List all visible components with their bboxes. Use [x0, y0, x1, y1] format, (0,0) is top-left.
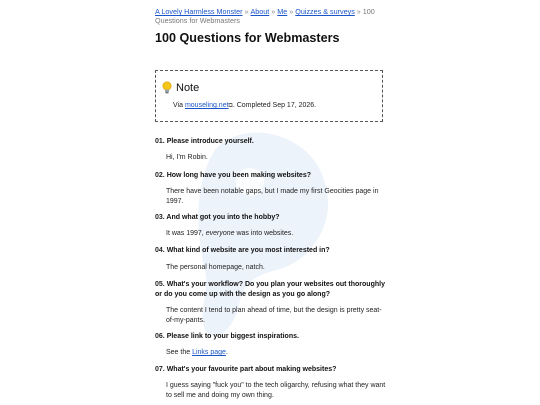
- question-1: 01. Please introduce yourself.: [155, 137, 387, 147]
- question-text: What's your workflow? Do you plan your w…: [155, 281, 385, 298]
- breadcrumb-separator: »: [244, 7, 249, 16]
- answer-text: See the: [166, 349, 193, 356]
- question-number: 04.: [155, 247, 165, 254]
- answer-7: I guess saying "fuck you" to the tech ol…: [166, 382, 386, 399]
- page-title: 100 Questions for Webmasters: [155, 31, 340, 45]
- answer-text: was into websites.: [234, 230, 294, 237]
- breadcrumb-link-about[interactable]: About: [250, 7, 269, 16]
- answer-emphasis: everyone: [205, 230, 235, 237]
- question-6: 06. Please link to your biggest inspirat…: [155, 332, 387, 342]
- answer-4: The personal homepage, natch.: [166, 264, 265, 271]
- question-text: What kind of website are you most intere…: [166, 247, 330, 254]
- note-body: Via mouseling.net⧉. Completed Sep 17, 20…: [173, 102, 316, 110]
- question-text: Please introduce yourself.: [166, 138, 254, 145]
- answer-3: It was 1997, everyone was into websites.: [166, 229, 388, 239]
- source-link[interactable]: mouseling.net: [185, 102, 229, 109]
- question-7: 07. What's your favourite part about mak…: [155, 365, 387, 375]
- note-completed: . Completed Sep 17, 2026.: [232, 102, 317, 109]
- breadcrumb-separator: »: [356, 7, 361, 16]
- breadcrumb-separator: »: [289, 7, 294, 16]
- lightbulb-icon: [162, 81, 172, 94]
- answer-2: There have been notable gaps, but I made…: [166, 188, 379, 205]
- breadcrumb: A Lovely Harmless Monster» About» Me» Quizz…: [155, 7, 387, 25]
- note-via: Via: [173, 102, 183, 109]
- answer-5: The content I tend to plan ahead of time…: [166, 307, 382, 324]
- question-text: Please link to your biggest inspirations…: [166, 333, 299, 340]
- question-text: And what got you into the hobby?: [166, 214, 280, 221]
- question-3: 03. And what got you into the hobby?: [155, 213, 387, 223]
- question-number: 06.: [155, 333, 165, 340]
- breadcrumb-link-quizzes[interactable]: Quizzes & surveys: [295, 7, 355, 16]
- question-number: 03.: [155, 214, 165, 221]
- answer-1: Hi, I'm Robin.: [166, 154, 208, 161]
- question-number: 01.: [155, 138, 165, 145]
- question-4: 04. What kind of website are you most in…: [155, 246, 387, 256]
- question-number: 05.: [155, 281, 165, 288]
- question-2: 02. How long have you been making websit…: [155, 171, 387, 181]
- answer-text: .: [225, 349, 228, 356]
- note-box: Note Via mouseling.net⧉. Completed Sep 1…: [155, 70, 383, 122]
- note-title: Note: [176, 81, 200, 94]
- question-text: What's your favourite part about making …: [166, 366, 337, 373]
- links-page-link[interactable]: Links page: [192, 349, 226, 356]
- question-text: How long have you been making websites?: [166, 172, 311, 179]
- question-number: 02.: [155, 172, 165, 179]
- breadcrumb-link-home[interactable]: A Lovely Harmless Monster: [155, 7, 242, 16]
- note-heading: Note: [162, 81, 199, 94]
- answer-6: See the Links page.: [166, 348, 388, 358]
- breadcrumb-separator: »: [271, 7, 276, 16]
- answer-text: It was 1997,: [166, 230, 206, 237]
- question-5: 05. What's your workflow? Do you plan yo…: [155, 280, 387, 300]
- question-number: 07.: [155, 366, 165, 373]
- breadcrumb-link-me[interactable]: Me: [277, 7, 287, 16]
